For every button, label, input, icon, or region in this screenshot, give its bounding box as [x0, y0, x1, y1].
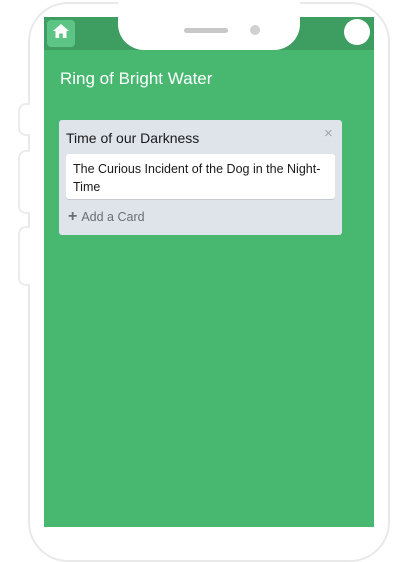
add-card-button[interactable]: + Add a Card [68, 208, 145, 225]
plus-icon: + [68, 208, 78, 225]
list: Time of our Darkness × The Curious Incid… [59, 120, 342, 235]
card[interactable]: The Curious Incident of the Dog in the N… [66, 154, 335, 199]
speaker-grille [184, 28, 228, 33]
board-title: Ring of Bright Water [60, 69, 213, 88]
home-icon [53, 24, 69, 43]
app-screen: Ring of Bright Water Time of our Darknes… [44, 17, 374, 527]
phone-notch [118, 2, 300, 50]
add-card-label: Add a Card [81, 210, 145, 224]
phone-side-button [18, 103, 30, 136]
list-title[interactable]: Time of our Darkness [66, 130, 199, 146]
avatar[interactable] [344, 19, 370, 45]
phone-side-button [18, 150, 30, 214]
close-icon[interactable]: × [324, 126, 333, 142]
home-button[interactable] [47, 20, 75, 47]
phone-side-button [18, 226, 30, 286]
front-camera [250, 25, 260, 35]
